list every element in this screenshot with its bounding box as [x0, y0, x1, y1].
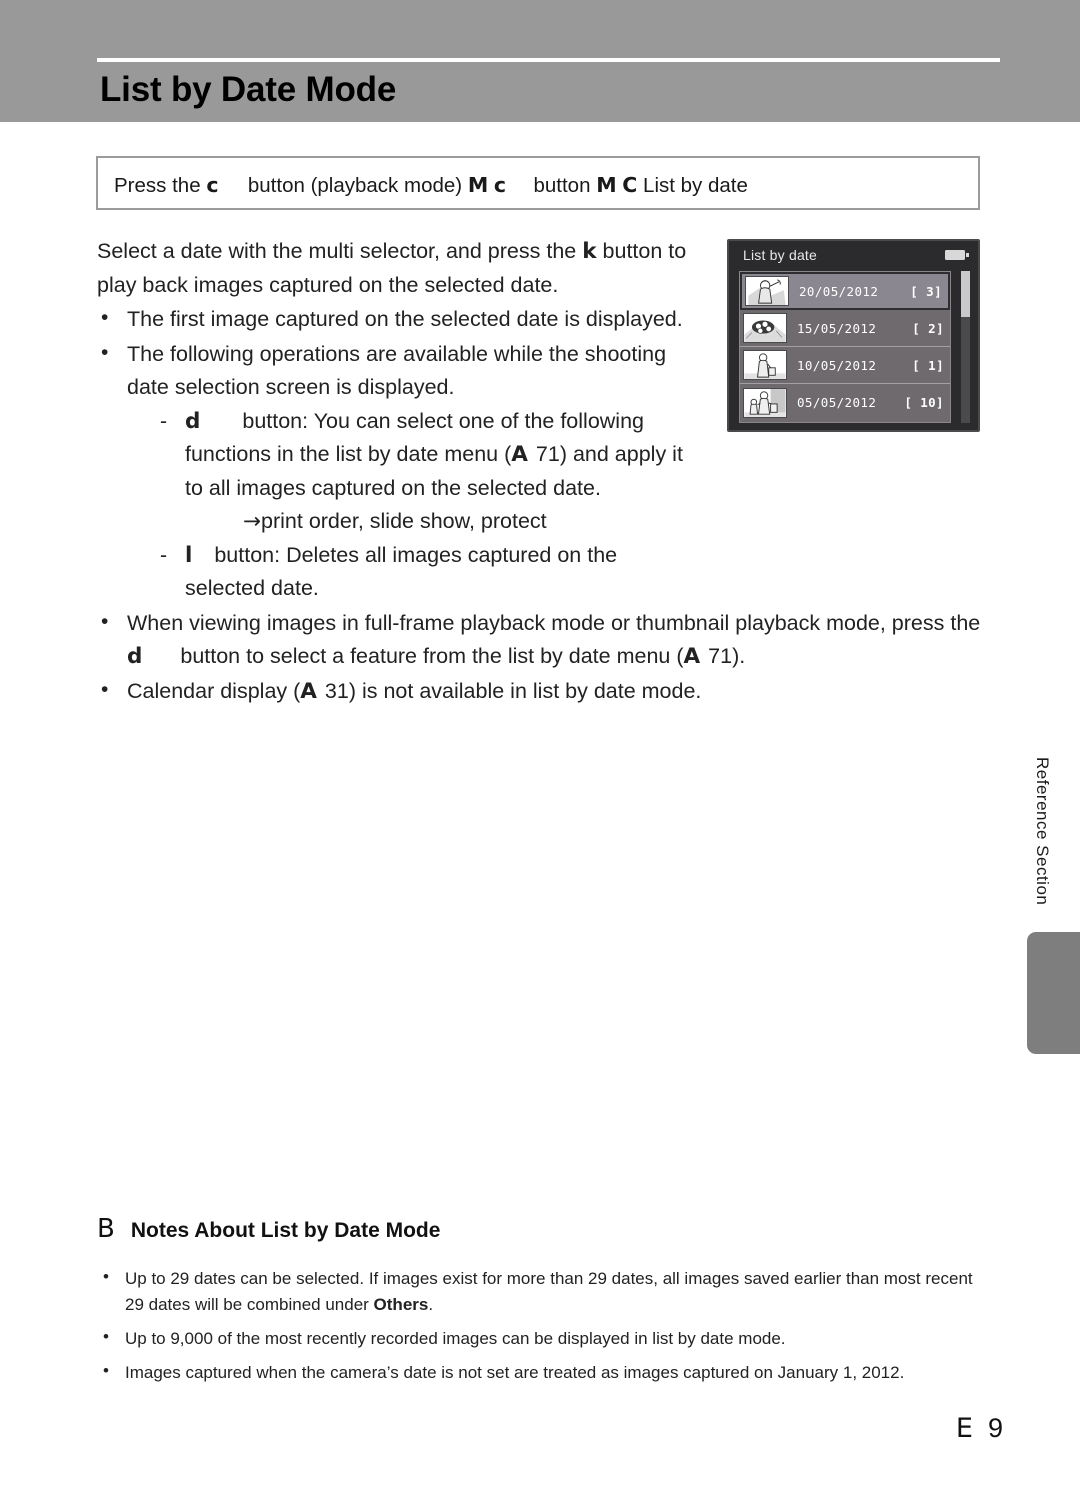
ok-button-icon: k [582, 239, 597, 264]
list-item: Images captured when the camera’s date i… [97, 1358, 987, 1386]
arrow-right-icon-1: M [467, 173, 489, 197]
footer-page-number: E9 [956, 1413, 1004, 1444]
side-section-tab [1027, 932, 1080, 1054]
menu-button-icon: d [185, 408, 201, 434]
page-reference-number: 71 [535, 442, 560, 466]
page-reference-number: 71 [708, 644, 733, 668]
page-header-band: List by Date Mode [0, 0, 1080, 122]
delete-button-icon: l [185, 542, 193, 568]
list-item: Up to 9,000 of the most recently recorde… [97, 1324, 987, 1352]
menu-path-box: Press the c button (playback mode) M c b… [96, 156, 980, 210]
arrow-line-text: print order, slide show, protect [261, 509, 547, 533]
bullet-text: The first image captured on the selected… [127, 307, 683, 331]
bullet-text: The following operations are available w… [127, 341, 667, 400]
arrow-right-icon: → [243, 509, 262, 534]
note-text: Up to 9,000 of the most recently recorde… [125, 1329, 786, 1348]
list-item: Up to 29 dates can be selected. If image… [97, 1264, 987, 1318]
note-text-before-bold: Up to 29 dates can be selected. If image… [125, 1269, 973, 1314]
bullet-text-part3: ) is not available in list by date mode. [348, 678, 702, 703]
bullet-text-part3: ). [732, 644, 746, 668]
bullet-text-part1: Calendar display ( [127, 678, 301, 703]
menu-button-icon: d [127, 644, 143, 669]
playback-button-icon-2: c [493, 173, 507, 197]
sub-bullet-arrow-line: →print order, slide show, protect [185, 505, 687, 539]
notes-heading: B Notes About List by Date Mode [97, 1214, 987, 1246]
path-suffix-label: List by date [643, 174, 748, 197]
list-item: The following operations are available w… [97, 336, 687, 606]
note-text-after-bold: . [428, 1295, 434, 1314]
list-item: d button: You can select one of the foll… [127, 405, 687, 539]
sub-bullet-text: button: Deletes all images captured on t… [185, 542, 618, 601]
path-prefix-label: Press the [114, 174, 201, 197]
arrow-right-icon-2: M [596, 173, 617, 197]
intro-paragraph: Select a date with the multi selector, a… [97, 235, 687, 302]
intro-text-part1: Select a date with the multi selector, a… [97, 239, 577, 263]
page-number-value: 9 [987, 1413, 1004, 1443]
note-text: Images captured when the camera’s date i… [125, 1363, 905, 1382]
path-mid2-label: button [533, 174, 591, 197]
bullet-text-part1: When viewing images in full-frame playba… [127, 610, 981, 635]
note-bold-term: Others [373, 1295, 429, 1314]
page-reference-icon: A [683, 644, 701, 669]
list-item: The first image captured on the selected… [97, 301, 687, 337]
list-item: l button: Deletes all images captured on… [127, 539, 687, 606]
side-section-label: Reference Section [1033, 757, 1052, 906]
playback-button-icon: c [206, 173, 219, 197]
page-reference-number: 31 [324, 678, 349, 703]
calendar-mode-icon: C [622, 173, 638, 197]
page-reference-icon: A [511, 442, 528, 467]
page-reference-icon: A [300, 678, 317, 704]
list-item: When viewing images in full-frame playba… [97, 605, 987, 674]
notes-list: Up to 29 dates can be selected. If image… [97, 1264, 987, 1386]
path-mid1-label: button (playback mode) [247, 174, 463, 197]
bullet-text-part2: button to select a feature from the list… [180, 644, 684, 668]
reference-section-icon: E [955, 1413, 974, 1444]
notes-heading-label: Notes About List by Date Mode [130, 1219, 441, 1242]
list-item: Calendar display (A 31) is not available … [97, 673, 987, 709]
sub-bullet-list: d button: You can select one of the foll… [127, 405, 687, 606]
page-title: List by Date Mode [100, 70, 397, 109]
menu-path-text: Press the c button (playback mode) M c b… [114, 170, 748, 201]
caution-icon: B [97, 1214, 115, 1244]
header-rule [97, 58, 1000, 62]
main-body-text: Select a date with the multi selector, a… [97, 235, 987, 708]
body-bullet-list: The first image captured on the selected… [97, 301, 987, 709]
notes-section: B Notes About List by Date Mode Up to 29 … [97, 1214, 987, 1394]
